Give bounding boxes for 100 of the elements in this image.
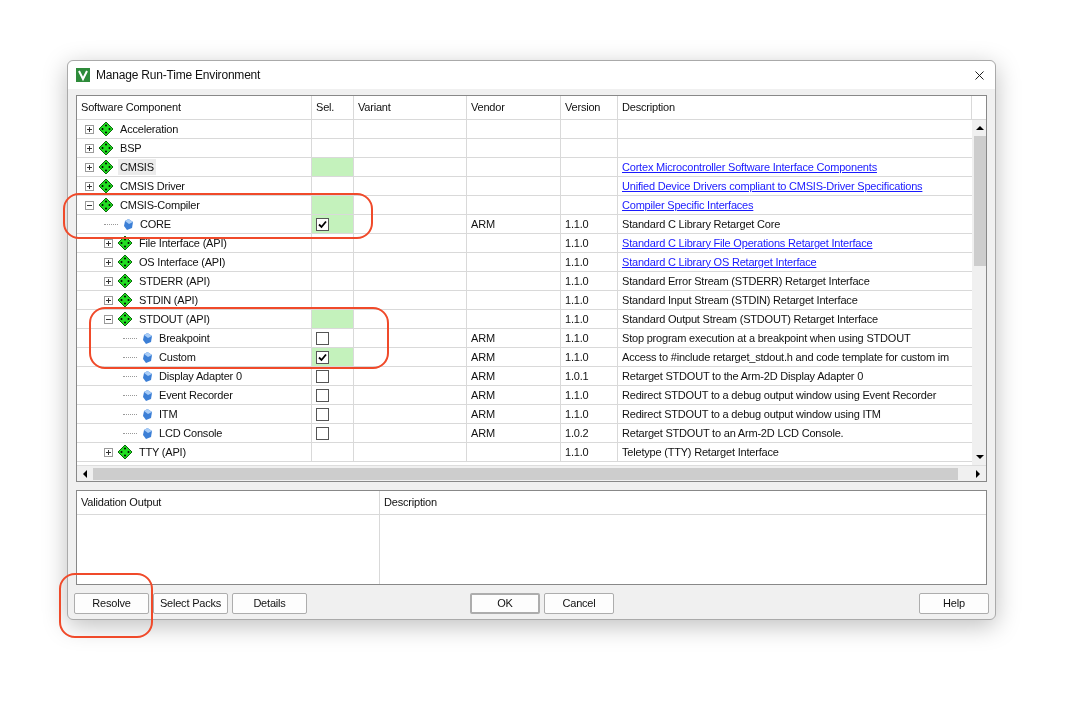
expand-toggle[interactable] [85, 200, 94, 210]
app-logo-icon [76, 68, 90, 82]
expand-toggle[interactable] [104, 257, 113, 267]
gem-icon [143, 370, 152, 382]
description-text: Access to #include retarget_stdout.h and code template for custom im [622, 349, 949, 365]
column-header[interactable]: Description [618, 96, 972, 120]
package-icon [99, 160, 113, 174]
description-link[interactable]: Standard C Library OS Retarget Interface [622, 253, 817, 271]
table-cell: 1.1.0 [561, 443, 618, 462]
component-name[interactable]: CORE [138, 215, 173, 233]
table-cell: 1.1.0 [561, 348, 618, 367]
column-header[interactable]: Validation Output [77, 491, 379, 515]
package-icon [99, 179, 113, 193]
component-name[interactable]: Acceleration [118, 120, 181, 138]
gem-icon [143, 427, 152, 439]
column-header[interactable]: Description [380, 491, 986, 515]
window-title: Manage Run-Time Environment [96, 67, 261, 84]
dialog-button[interactable]: Resolve [74, 593, 149, 614]
component-name[interactable]: CMSIS [118, 158, 156, 176]
description-text: Standard Error Stream (STDERR) Retarget Interface [622, 273, 870, 289]
dialog-button[interactable]: Details [232, 593, 307, 614]
expand-toggle[interactable] [85, 124, 94, 134]
expand-toggle[interactable] [104, 295, 113, 305]
table-cell: 1.1.0 [561, 329, 618, 348]
column-header[interactable]: Software Component [77, 96, 312, 120]
table-cell: 1.1.0 [561, 272, 618, 291]
description-link[interactable]: Cortex Microcontroller Software Interface Components [622, 158, 877, 176]
description-text: Stop program execution at a breakpoint when using STDOUT [622, 330, 911, 346]
vertical-scrollbar[interactable] [972, 120, 986, 465]
checkbox[interactable] [316, 369, 329, 383]
horizontal-scrollbar[interactable] [77, 465, 986, 481]
scrollbar-thumb[interactable] [974, 136, 986, 266]
checkbox[interactable] [316, 217, 329, 231]
component-name[interactable]: Custom [157, 348, 198, 366]
package-icon [118, 255, 132, 269]
table-cell: 1.1.0 [561, 215, 618, 234]
column-header[interactable]: Version [561, 96, 618, 120]
package-icon [99, 141, 113, 155]
checkbox[interactable] [316, 426, 329, 440]
package-icon [118, 293, 132, 307]
checkbox[interactable] [316, 350, 329, 364]
component-name[interactable]: STDOUT (API) [137, 310, 212, 328]
package-icon [99, 122, 113, 136]
gem-icon [143, 351, 152, 363]
component-name[interactable]: BSP [118, 139, 144, 157]
component-name[interactable]: OS Interface (API) [137, 253, 228, 271]
component-name[interactable]: File Interface (API) [137, 234, 229, 252]
expand-toggle[interactable] [85, 143, 94, 153]
table-cell: 1.1.0 [561, 405, 618, 424]
table-cell: 1.1.0 [561, 234, 618, 253]
table-cell: 1.0.1 [561, 367, 618, 386]
description-text: Standard C Library Retarget Core [622, 216, 781, 232]
expand-toggle[interactable] [85, 162, 94, 172]
package-icon [99, 198, 113, 212]
expand-toggle[interactable] [85, 181, 94, 191]
description-link[interactable]: Compiler Specific Interfaces [622, 196, 754, 214]
table-cell: ARM [467, 348, 561, 367]
table-cell: ARM [467, 386, 561, 405]
component-name[interactable]: LCD Console [157, 424, 225, 442]
package-icon [118, 236, 132, 250]
component-name[interactable]: Display Adapter 0 [157, 367, 244, 385]
checkbox[interactable] [316, 407, 329, 421]
package-icon [118, 445, 132, 459]
description-text: Standard Input Stream (STDIN) Retarget Interface [622, 292, 858, 308]
expand-toggle[interactable] [104, 314, 113, 324]
table-cell: 1.1.0 [561, 310, 618, 329]
gem-icon [124, 218, 133, 230]
component-name[interactable]: STDIN (API) [137, 291, 200, 309]
component-name[interactable]: CMSIS-Compiler [118, 196, 202, 214]
component-name[interactable]: ITM [157, 405, 180, 423]
expand-toggle[interactable] [104, 238, 113, 248]
column-header[interactable]: Vendor [467, 96, 561, 120]
expand-toggle[interactable] [104, 447, 113, 457]
description-text: Redirect STDOUT to a debug output window using ITM [622, 406, 881, 422]
checkbox[interactable] [316, 388, 329, 402]
component-name[interactable]: Breakpoint [157, 329, 212, 347]
table-cell: 1.1.0 [561, 386, 618, 405]
dialog-button[interactable]: Select Packs [153, 593, 228, 614]
description-text: Teletype (TTY) Retarget Interface [622, 444, 779, 460]
package-icon [118, 312, 132, 326]
table-cell: ARM [467, 329, 561, 348]
description-text: Retarget STDOUT to the Arm-2D Display Adapter 0 [622, 368, 864, 384]
gem-icon [143, 389, 152, 401]
component-name[interactable]: Event Recorder [157, 386, 235, 404]
description-link[interactable]: Standard C Library File Operations Retarget Interface [622, 234, 873, 252]
dialog-button[interactable]: Help [919, 593, 989, 614]
checkbox[interactable] [316, 331, 329, 345]
gem-icon [143, 332, 152, 344]
dialog-button[interactable]: Cancel [544, 593, 614, 614]
dialog-button[interactable]: OK [470, 593, 540, 614]
component-name[interactable]: TTY (API) [137, 443, 188, 461]
description-text: Standard Output Stream (STDOUT) Retarget Interface [622, 311, 878, 327]
component-name[interactable]: CMSIS Driver [118, 177, 187, 195]
expand-toggle[interactable] [104, 276, 113, 286]
component-name[interactable]: STDERR (API) [137, 272, 212, 290]
table-cell: ARM [467, 215, 561, 234]
table-cell: ARM [467, 424, 561, 443]
description-link[interactable]: Unified Device Drivers compliant to CMSIS-Driver Specifications [622, 177, 923, 195]
column-header[interactable]: Variant [354, 96, 467, 120]
scrollbar-thumb[interactable] [93, 467, 958, 480]
